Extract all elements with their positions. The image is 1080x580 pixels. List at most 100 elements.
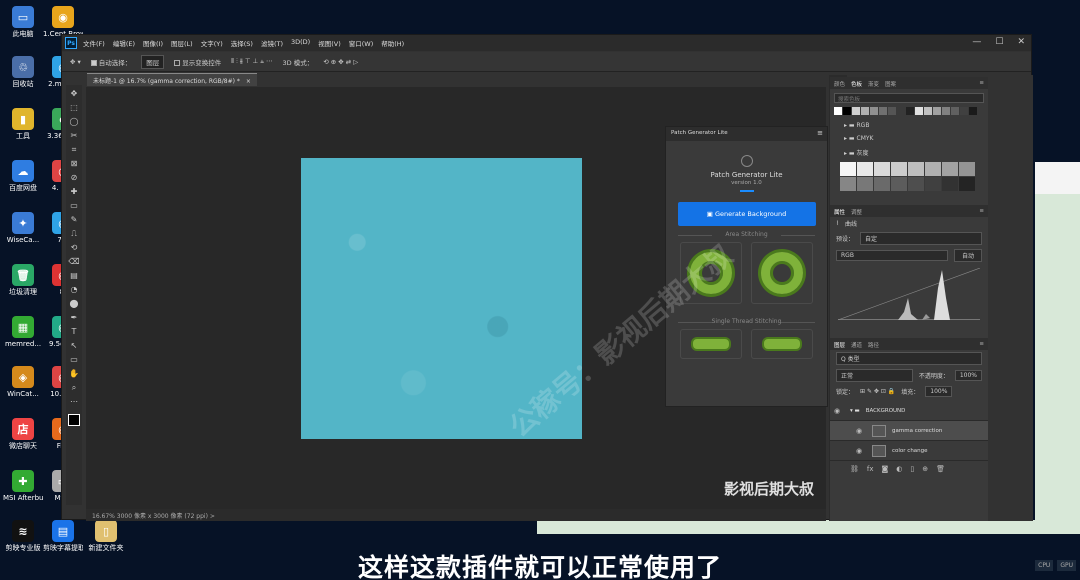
- maximize-icon[interactable]: ☐: [995, 37, 1003, 47]
- blend-mode-dropdown[interactable]: 正常: [836, 369, 913, 382]
- align-icons[interactable]: ⫴ ⫶ ⫵ ⊤ ⊥ ⫨ ⋯: [231, 57, 272, 66]
- menu-item[interactable]: 图层(L): [171, 38, 193, 48]
- menu-item[interactable]: 文件(F): [83, 38, 105, 48]
- color-swatch[interactable]: [942, 107, 950, 115]
- auto-select-toggle[interactable]: 自动选择：: [90, 57, 131, 67]
- menu-item[interactable]: 视图(V): [318, 38, 341, 48]
- 3d-tools-icons[interactable]: ⟲ ⊕ ✥ ⇄ ▷: [323, 58, 358, 66]
- menu-item[interactable]: 滤镜(T): [261, 38, 283, 48]
- color-swatch[interactable]: [834, 107, 842, 115]
- swatch-folder[interactable]: ▸ ▬ 灰度: [830, 145, 988, 160]
- color-swatch[interactable]: [897, 107, 905, 115]
- desktop-shortcut[interactable]: ▦ memred...: [3, 316, 43, 349]
- panel-tab[interactable]: 色板: [851, 80, 862, 88]
- swatch-folder[interactable]: ▸ ▬ RGB: [830, 119, 988, 132]
- layer-footer-icon[interactable]: ◐: [896, 465, 902, 473]
- gray-swatch[interactable]: [840, 162, 856, 176]
- layer-footer-icon[interactable]: ⊕: [922, 465, 928, 473]
- panel-tab[interactable]: 渐变: [868, 80, 879, 88]
- desktop-shortcut[interactable]: 店微店聊天: [3, 418, 43, 451]
- color-swatch[interactable]: [915, 107, 923, 115]
- gray-swatch[interactable]: [908, 177, 924, 191]
- layer-footer-icon[interactable]: fx: [867, 465, 874, 473]
- desktop-shortcut[interactable]: ▭ 此电脑: [3, 6, 43, 39]
- color-swatch[interactable]: [933, 107, 941, 115]
- move-tool-icon[interactable]: ✥ ▾: [70, 58, 81, 66]
- minimize-icon[interactable]: —: [972, 37, 981, 47]
- fill-input[interactable]: 100%: [925, 386, 953, 397]
- tool-icon[interactable]: ✂: [68, 130, 80, 141]
- tool-icon[interactable]: ⟲: [68, 242, 80, 253]
- color-swatch[interactable]: [861, 107, 869, 115]
- gray-swatch[interactable]: [840, 177, 856, 191]
- gray-swatch[interactable]: [942, 162, 958, 176]
- tool-icon[interactable]: ⬚: [68, 102, 80, 113]
- tool-icon[interactable]: ⌗: [68, 144, 80, 155]
- panel-menu-icon[interactable]: ≡: [979, 208, 984, 214]
- menu-item[interactable]: 3D(D): [291, 38, 310, 48]
- color-swatch[interactable]: [879, 107, 887, 115]
- color-swatch[interactable]: [960, 107, 968, 115]
- tool-icon[interactable]: ✥: [68, 88, 80, 99]
- desktop-shortcut[interactable]: ◈ WinCat...: [3, 366, 43, 399]
- tool-icon[interactable]: ⬤: [68, 298, 80, 309]
- color-swatch[interactable]: [951, 107, 959, 115]
- menu-item[interactable]: 窗口(W): [349, 38, 374, 48]
- panel-tab[interactable]: 图层: [834, 341, 845, 349]
- tool-icon[interactable]: ⊠: [68, 158, 80, 169]
- tool-icon[interactable]: T: [68, 326, 80, 337]
- show-transform-toggle[interactable]: 显示变换控件: [174, 57, 221, 67]
- preset-dropdown[interactable]: 自定: [860, 232, 982, 245]
- panel-menu-icon[interactable]: ≡: [979, 341, 984, 347]
- channel-dropdown[interactable]: RGB: [836, 250, 948, 261]
- gray-swatch[interactable]: [874, 177, 890, 191]
- document-tab[interactable]: 未标题-1 @ 16.7% (gamma correction, RGB/8#)…: [87, 73, 257, 86]
- desktop-shortcut[interactable]: 🗑 垃圾清理: [3, 264, 43, 297]
- layer-row[interactable]: ◉ gamma correction: [830, 421, 988, 441]
- color-swatch[interactable]: [852, 107, 860, 115]
- gray-swatch[interactable]: [925, 177, 941, 191]
- menu-item[interactable]: 选择(S): [231, 38, 253, 48]
- gray-swatch[interactable]: [925, 162, 941, 176]
- tool-icon[interactable]: ↖: [68, 340, 80, 351]
- color-swatch[interactable]: [906, 107, 914, 115]
- gray-swatch[interactable]: [942, 177, 958, 191]
- panel-tab[interactable]: 颜色: [834, 80, 845, 88]
- panel-tab[interactable]: 调整: [851, 208, 862, 216]
- tool-icon[interactable]: ✎: [68, 214, 80, 225]
- tool-icon[interactable]: ⊘: [68, 172, 80, 183]
- visibility-eye-icon[interactable]: ◉: [856, 447, 866, 455]
- layer-footer-icon[interactable]: ⛓: [850, 465, 859, 473]
- color-swatch[interactable]: [888, 107, 896, 115]
- layer-footer-icon[interactable]: 🗑: [936, 465, 945, 473]
- lock-icons[interactable]: ⊞ ✎ ✥ ⊡ 🔒: [860, 388, 895, 395]
- gray-swatch[interactable]: [857, 162, 873, 176]
- area-stitch-patch-2[interactable]: [751, 242, 813, 304]
- swatch-search-input[interactable]: 搜索色板: [834, 93, 984, 103]
- layer-row[interactable]: ◉ color change: [830, 441, 988, 461]
- swatch-folder[interactable]: ▸ ▬ CMYK: [830, 132, 988, 145]
- layer-footer-icon[interactable]: ◙: [882, 465, 889, 473]
- tool-icon[interactable]: ▤: [68, 270, 80, 281]
- layer-footer-icon[interactable]: ▯: [910, 465, 914, 473]
- desktop-shortcut[interactable]: ☁ 百度网盘: [3, 160, 43, 193]
- gray-swatch[interactable]: [959, 177, 975, 191]
- gray-swatch[interactable]: [959, 162, 975, 176]
- visibility-eye-icon[interactable]: ◉: [856, 427, 866, 435]
- opacity-input[interactable]: 100%: [954, 370, 982, 381]
- tool-icon[interactable]: ⌫: [68, 256, 80, 267]
- panel-menu-icon[interactable]: ≡: [817, 129, 823, 137]
- panel-tab[interactable]: 通道: [851, 341, 862, 349]
- menu-item[interactable]: 图像(I): [143, 38, 163, 48]
- color-swatch[interactable]: [870, 107, 878, 115]
- tool-icon[interactable]: ▭: [68, 200, 80, 211]
- desktop-shortcut[interactable]: ✚ MSI Afterbur...: [3, 470, 43, 503]
- panel-tab[interactable]: 属性: [834, 208, 845, 216]
- panel-tab[interactable]: 图案: [885, 80, 896, 88]
- auto-select-dropdown[interactable]: 图层: [141, 54, 165, 69]
- color-swatch[interactable]: [924, 107, 932, 115]
- single-thread-patch-2[interactable]: [751, 329, 813, 359]
- layer-row[interactable]: ◉ ▾ ▬ BACKGROUND: [830, 401, 988, 421]
- gray-swatch[interactable]: [891, 177, 907, 191]
- tool-icon[interactable]: ◔: [68, 284, 80, 295]
